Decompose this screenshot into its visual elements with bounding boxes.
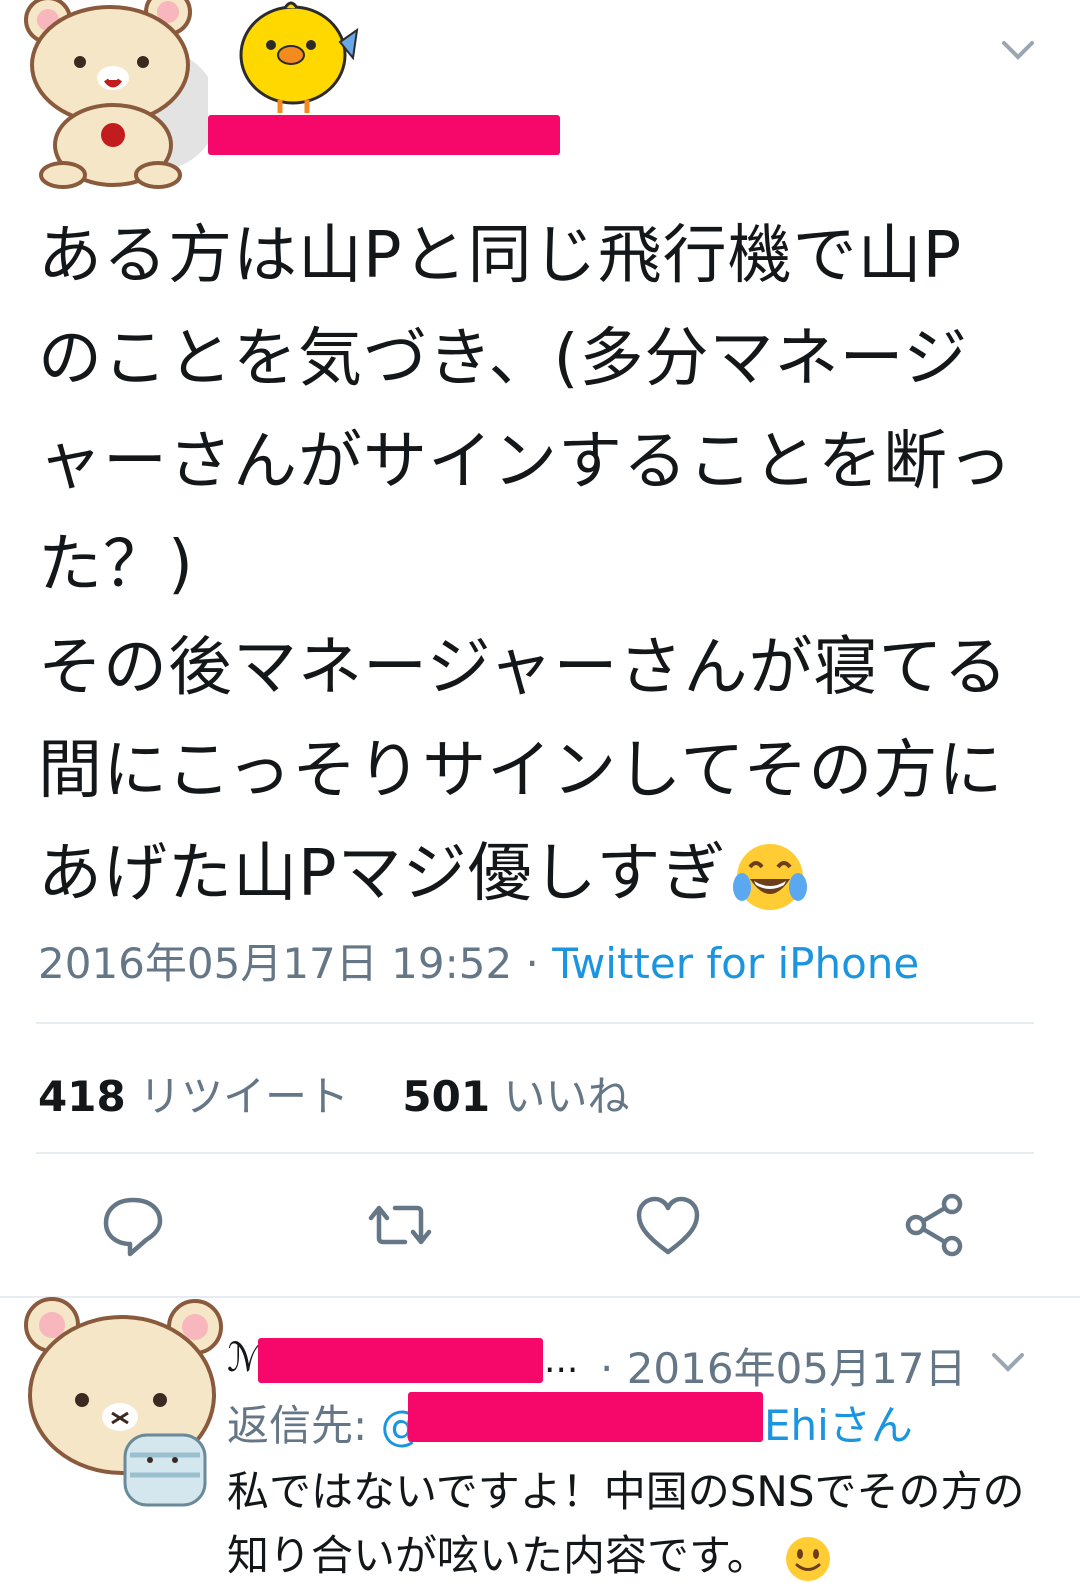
tweet-line: その後マネージャーさんが寝てる (38, 631, 1009, 705)
chevron-down-icon[interactable] (1000, 38, 1036, 62)
reply-text-content: 私ではないですよ！中国のSNSでその方の知り合いが呟いた内容です。 (227, 1467, 1025, 1580)
reply-to-label: 返信先: (227, 1401, 381, 1450)
like-icon[interactable] (633, 1192, 703, 1262)
share-icon[interactable] (900, 1190, 970, 1260)
tears-of-joy-emoji-icon (733, 844, 808, 911)
smiling-face-emoji-icon (785, 1536, 830, 1581)
tweet-source-link[interactable]: Twitter for iPhone (552, 939, 919, 988)
tweet-stats: 418 リツイート 501 いいね (38, 1063, 669, 1124)
reply-name-redacted (258, 1338, 543, 1383)
meta-separator: · (512, 939, 553, 988)
tweet-line: た？) (38, 528, 194, 602)
author-name-redacted (208, 115, 560, 155)
chick-sticker (239, 1, 359, 113)
tweet-line: ある方は山Pと同じ飛行機で山P (38, 219, 963, 293)
reply-date: · 2016年05月17日 (600, 1344, 967, 1393)
divider (36, 1152, 1034, 1154)
reply-name-ellipsis: ... (544, 1340, 579, 1381)
retweet-label[interactable]: リツイート (139, 1072, 349, 1121)
tweet-timestamp: 2016年05月17日 19:52 (38, 939, 513, 988)
tweet-line-text: あげた山Pマジ優しすぎ (38, 837, 727, 911)
tweet-line: のことを気づき、(多分マネージ (38, 322, 969, 396)
tweet-text: ある方は山Pと同じ飛行機で山P のことを気づき、(多分マネージ ャーさんがサインする… (38, 205, 1038, 926)
like-label[interactable]: いいね (503, 1072, 629, 1121)
reply-to-handle-redacted (408, 1392, 763, 1442)
tweet-line: ャーさんがサインすることを断っ (38, 425, 1013, 499)
reply-chevron-down-icon[interactable] (990, 1350, 1026, 1374)
like-count[interactable]: 501 (402, 1072, 490, 1121)
reply-icon[interactable] (98, 1190, 168, 1260)
tweet-meta: 2016年05月17日 19:52 · Twitter for iPhone (38, 930, 919, 991)
reply-to: 返信先: @ (227, 1392, 423, 1453)
tweet-line: あげた山Pマジ優しすぎ (38, 823, 1038, 926)
reply-to-handle-suffix[interactable]: Ehiさん (764, 1392, 913, 1453)
reply-author-avatar[interactable] (20, 1285, 225, 1515)
author-avatar[interactable] (18, 0, 208, 190)
retweet-icon[interactable] (365, 1190, 435, 1260)
tweet-line: 間にこっそりサインしてその方に (38, 734, 1004, 808)
retweet-count[interactable]: 418 (38, 1072, 126, 1121)
reply-text: 私ではないですよ！中国のSNSでその方の知り合いが呟いた内容です。 (227, 1460, 1057, 1588)
divider (36, 1022, 1034, 1024)
